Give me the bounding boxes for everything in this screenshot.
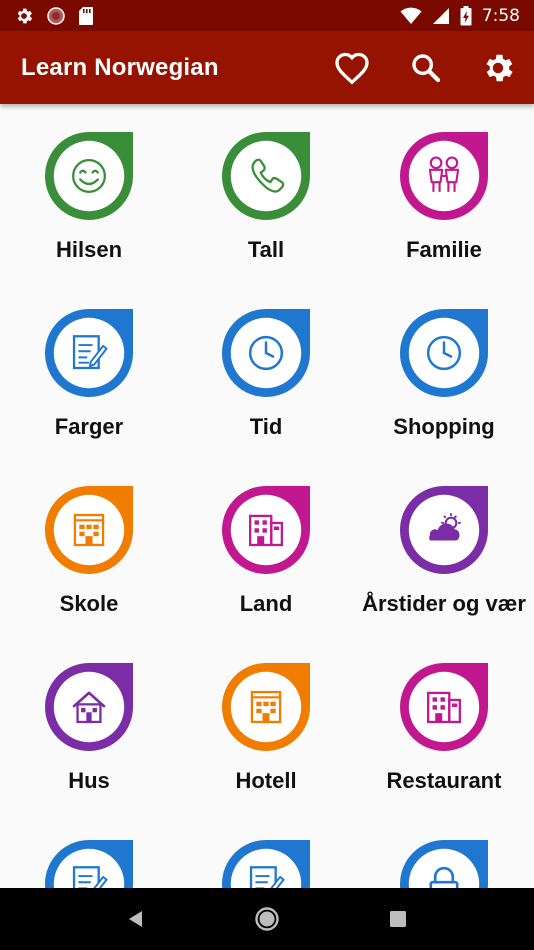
search-icon	[412, 53, 441, 82]
sd-card-icon	[79, 6, 93, 25]
record-icon	[47, 6, 65, 25]
weather-icon	[400, 486, 488, 574]
system-nav-bar	[0, 888, 534, 950]
category-label: Tall	[247, 237, 285, 262]
status-bar: 7:58	[0, 0, 534, 31]
category-label: Hotell	[235, 768, 297, 793]
status-left	[14, 6, 94, 26]
category-label: Årstider og vær	[362, 591, 526, 616]
category-label: Tid	[249, 414, 283, 439]
category-tile[interactable]: Årstider og vær	[354, 458, 534, 635]
clock-time: 7:58	[481, 5, 520, 26]
house-icon	[45, 663, 133, 751]
status-right: 7:58	[400, 5, 520, 26]
recents-button[interactable]	[368, 889, 428, 949]
back-triangle-icon	[128, 911, 142, 927]
family-icon	[400, 132, 488, 220]
notepad-icon	[45, 840, 133, 888]
home-button[interactable]	[237, 889, 297, 949]
clock-icon	[222, 309, 310, 397]
search-button[interactable]	[390, 31, 462, 104]
settings-button[interactable]	[462, 31, 534, 104]
category-tile[interactable]: Hilsen	[0, 104, 178, 281]
category-tile[interactable]: Hotell	[178, 635, 354, 812]
app-bar-actions	[316, 31, 534, 104]
lock-icon	[400, 840, 488, 888]
category-tile[interactable]	[178, 812, 354, 888]
category-label: Restaurant	[386, 768, 502, 793]
category-label: Hilsen	[55, 237, 123, 262]
phone-icon	[222, 132, 310, 220]
category-tile[interactable]	[354, 812, 534, 888]
recents-square-icon	[390, 911, 407, 927]
wifi-icon	[400, 7, 422, 24]
category-label: Shopping	[393, 414, 495, 439]
favorites-button[interactable]	[316, 31, 388, 104]
building-icon	[222, 663, 310, 751]
category-list[interactable]: Hilsen Tall Familie Farger Tid Shopping S…	[0, 104, 534, 888]
category-tile[interactable]: Shopping	[354, 281, 534, 458]
category-tile[interactable]: Skole	[0, 458, 178, 635]
app-bar: Learn Norwegian	[0, 31, 534, 104]
app-title: Learn Norwegian	[21, 53, 219, 81]
building-icon	[45, 486, 133, 574]
category-label: Familie	[406, 237, 482, 262]
home-circle-icon	[255, 907, 279, 931]
category-tile[interactable]: Hus	[0, 635, 178, 812]
category-label: Skole	[59, 591, 119, 616]
category-tile[interactable]: Tid	[178, 281, 354, 458]
signal-icon	[432, 7, 449, 24]
office-building-icon	[400, 663, 488, 751]
category-tile[interactable]: Land	[178, 458, 354, 635]
category-tile[interactable]: Farger	[0, 281, 178, 458]
category-tile[interactable]	[0, 812, 178, 888]
notepad-icon	[222, 840, 310, 888]
gear-icon	[486, 54, 513, 81]
notepad-icon	[45, 309, 133, 397]
battery-charging-icon	[460, 5, 472, 25]
gear-icon	[17, 8, 33, 23]
clock-icon	[400, 309, 488, 397]
category-tile[interactable]: Restaurant	[354, 635, 534, 812]
category-label: Farger	[54, 414, 124, 439]
category-tile[interactable]: Familie	[354, 104, 534, 281]
back-button[interactable]	[106, 889, 166, 949]
category-tile[interactable]: Tall	[178, 104, 354, 281]
category-label: Hus	[68, 768, 110, 793]
category-grid: Hilsen Tall Familie Farger Tid Shopping S…	[0, 104, 534, 888]
smiley-icon	[45, 132, 133, 220]
heart-outline-icon	[335, 52, 369, 85]
category-label: Land	[239, 591, 293, 616]
office-building-icon	[222, 486, 310, 574]
